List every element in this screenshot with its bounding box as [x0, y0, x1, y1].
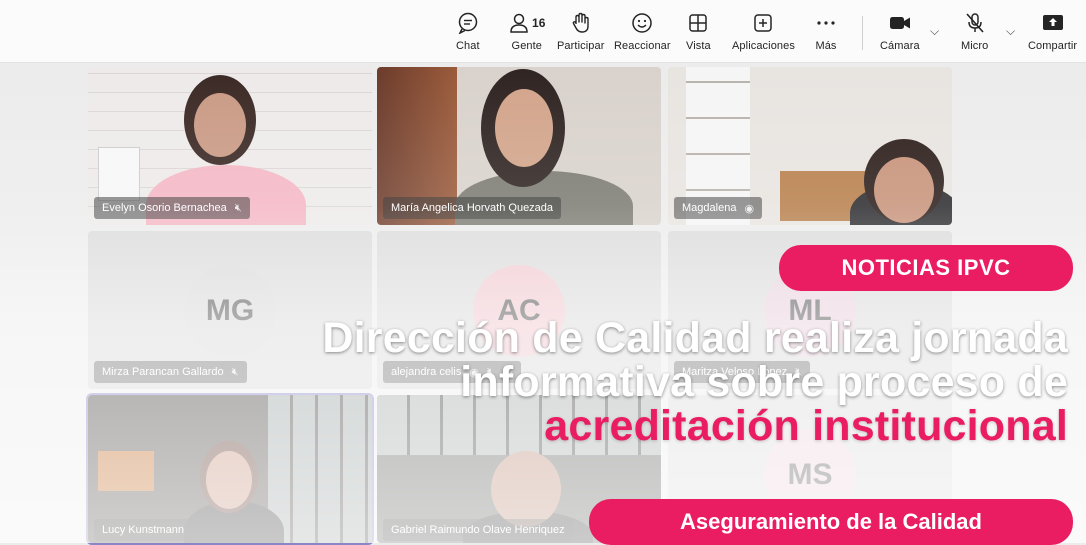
apps-label: Aplicaciones	[732, 40, 795, 52]
raise-hand-button[interactable]: Participar	[557, 10, 604, 56]
mic-muted-icon: 🔇︎	[234, 201, 242, 214]
view-button[interactable]: Vista	[686, 10, 711, 56]
mic-label: Micro	[961, 40, 989, 52]
participant-name-tag: Gabriel Raimundo Olave Henriquez	[383, 519, 573, 541]
more-icon	[815, 10, 837, 36]
news-headline: Dirección de Calidad realiza jornada inf…	[322, 316, 1068, 448]
people-count: 16	[532, 16, 546, 30]
share-icon	[1041, 10, 1065, 36]
raise-hand-icon	[570, 10, 592, 36]
camera-label: Cámara	[880, 40, 920, 52]
camera-button[interactable]: Cámara	[880, 10, 920, 56]
participant-name-tag: Evelyn Osorio Bernachea 🔇︎	[94, 197, 250, 219]
participant-name: Mirza Parancan Gallardo	[102, 366, 224, 378]
presenting-icon: ◉	[744, 202, 755, 215]
video-tile[interactable]: Magdalena ◉	[668, 67, 952, 225]
participant-name-tag: Mirza Parancan Gallardo 🔇︎	[94, 361, 247, 383]
mic-options-chevron-icon[interactable]: ⌵	[1006, 24, 1015, 39]
share-button[interactable]: Compartir	[1028, 10, 1077, 56]
view-label: Vista	[686, 40, 711, 52]
participant-face-image	[495, 89, 553, 167]
mic-off-icon	[964, 10, 986, 36]
chat-button[interactable]: Chat	[456, 10, 480, 56]
share-label: Compartir	[1028, 40, 1078, 52]
more-button[interactable]: Más	[815, 10, 837, 56]
grid-icon	[687, 10, 709, 36]
subtitle-badge: Aseguramiento de la Calidad	[589, 499, 1073, 545]
participant-name: Evelyn Osorio Bernachea	[102, 202, 227, 214]
people-label: Gente	[511, 40, 543, 52]
participant-face-image	[874, 157, 934, 223]
participant-initials: MG	[205, 294, 255, 327]
participant-face-image	[194, 93, 246, 157]
participant-face-image	[206, 451, 252, 509]
participant-face-image	[491, 451, 561, 527]
people-icon: 16	[508, 10, 546, 36]
whiteboard-image	[98, 147, 140, 201]
react-button[interactable]: Reaccionar	[614, 10, 671, 56]
participant-name: Magdalena	[682, 202, 737, 214]
plus-box-icon	[752, 10, 774, 36]
raise-hand-label: Participar	[557, 40, 605, 52]
react-label: Reaccionar	[614, 40, 671, 52]
participant-initials: MS	[787, 458, 833, 491]
headline-line-2: informativa sobre proceso de	[460, 358, 1068, 406]
participant-name-tag: Lucy Kunstmann	[94, 519, 192, 541]
chat-icon	[457, 10, 479, 36]
more-label: Más	[815, 40, 837, 52]
people-button[interactable]: 16 Gente	[508, 10, 546, 56]
subtitle-label: Aseguramiento de la Calidad	[680, 509, 982, 534]
fireplace-background	[98, 451, 154, 491]
mic-button[interactable]: Micro	[961, 10, 988, 56]
apps-button[interactable]: Aplicaciones	[732, 10, 795, 56]
camera-icon	[888, 10, 912, 36]
camera-options-chevron-icon[interactable]: ⌵	[930, 24, 939, 39]
mic-muted-icon: 🔇︎	[231, 365, 239, 378]
video-tile[interactable]: Evelyn Osorio Bernachea 🔇︎	[88, 67, 372, 225]
news-tag-label: NOTICIAS IPVC	[841, 255, 1011, 280]
chat-label: Chat	[456, 40, 480, 52]
news-tag-badge: NOTICIAS IPVC	[779, 245, 1073, 291]
toolbar-divider	[862, 16, 863, 50]
participant-name: Gabriel Raimundo Olave Henriquez	[391, 524, 565, 536]
headline-accent: acreditación institucional	[544, 402, 1068, 450]
headline-line-1: Dirección de Calidad realiza jornada	[322, 314, 1068, 362]
smiley-icon	[631, 10, 653, 36]
video-tile[interactable]: María Angelica Horvath Quezada	[377, 67, 661, 225]
participant-name-tag: Magdalena ◉	[674, 197, 763, 219]
participant-name: María Angelica Horvath Quezada	[391, 202, 554, 214]
participant-name-tag: María Angelica Horvath Quezada	[383, 197, 562, 219]
participant-name: Lucy Kunstmann	[102, 524, 184, 536]
meeting-toolbar: Chat 16 Gente Participar Reaccionar Vist…	[0, 0, 1086, 63]
participant-avatar: MG	[184, 265, 276, 357]
